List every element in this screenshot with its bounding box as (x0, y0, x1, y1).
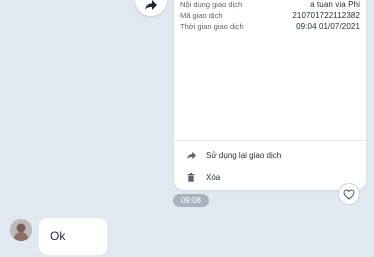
trash-icon (184, 170, 198, 184)
message-text: Ok (50, 229, 66, 243)
share-arrow-icon (184, 148, 198, 162)
row-label: Nội dung giao dịch (180, 0, 243, 9)
row-value: 09:04 01/07/2021 (296, 22, 360, 31)
heart-icon (343, 188, 355, 200)
reuse-transaction-label: Sử dụng lại giao dịch (206, 150, 282, 160)
delete-label: Xóa (206, 172, 221, 182)
row-label: Mã giao dịch (180, 11, 223, 20)
transaction-row-time: Thời gian giao dịch 09:04 01/07/2021 (180, 22, 360, 32)
avatar-image (10, 219, 32, 241)
row-value: 210701722112382 (292, 11, 360, 20)
row-label: Thời gian giao dịch (180, 22, 244, 31)
message-bubble[interactable]: Ok (39, 218, 107, 255)
timestamp-badge: 09:08 (173, 194, 209, 207)
row-value: a tuan via Phi (310, 0, 360, 9)
delete-button[interactable]: Xóa (184, 170, 356, 184)
react-heart-button[interactable] (338, 183, 360, 205)
share-button[interactable] (135, 0, 167, 16)
share-arrow-icon (145, 0, 157, 10)
reuse-transaction-button[interactable]: Sử dụng lại giao dịch (184, 148, 356, 162)
divider (174, 140, 366, 141)
avatar[interactable] (10, 219, 32, 241)
transaction-row-id: Mã giao dịch 210701722112382 (180, 11, 360, 21)
transaction-row-content: Nội dung giao dịch a tuan via Phi (180, 0, 360, 10)
transaction-card: Nội dung giao dịch a tuan via Phi Mã gia… (174, 0, 366, 190)
